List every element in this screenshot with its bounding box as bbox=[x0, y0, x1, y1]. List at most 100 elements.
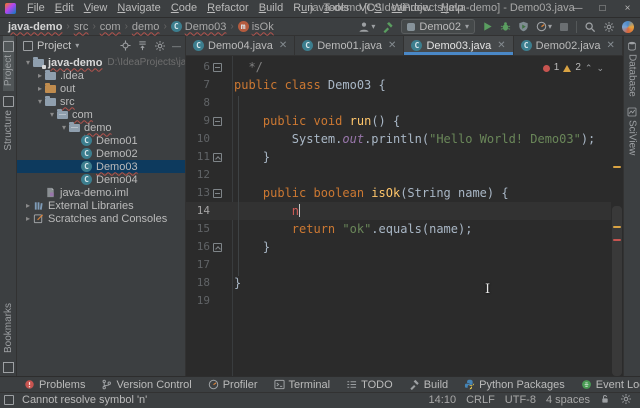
tree-item-com[interactable]: ▾ com bbox=[17, 108, 185, 121]
code-line-13[interactable]: 13 public boolean isOk(String name) { bbox=[186, 184, 611, 202]
fold-marker-end-icon[interactable] bbox=[213, 152, 222, 162]
menu-code[interactable]: Code bbox=[166, 0, 202, 17]
line-number[interactable]: 16 bbox=[186, 238, 210, 256]
close-icon[interactable]: ✕ bbox=[606, 40, 614, 51]
chevron-right-icon[interactable]: ▸ bbox=[35, 84, 45, 93]
code-line-9[interactable]: 9 public void run() { bbox=[186, 112, 611, 130]
line-number[interactable]: 18 bbox=[186, 274, 210, 292]
encoding-widget[interactable]: UTF-8 bbox=[505, 394, 536, 406]
line-number[interactable]: 10 bbox=[186, 130, 210, 148]
fold-marker-collapse-icon[interactable] bbox=[213, 62, 222, 72]
chevron-down-icon[interactable]: ▾ bbox=[47, 110, 57, 119]
breadcrumb-item-java-demo[interactable]: java-demo bbox=[8, 21, 62, 33]
tab-demo04[interactable]: C Demo04.java ✕ bbox=[186, 36, 296, 55]
toolwindow-problems[interactable]: Problems bbox=[24, 379, 85, 391]
tree-item-external-libraries[interactable]: ▸ External Libraries bbox=[17, 199, 185, 212]
view-options-button[interactable] bbox=[154, 40, 166, 52]
prev-problem-icon[interactable]: ⌃ bbox=[585, 59, 593, 77]
toolwindow-profiler[interactable]: Profiler bbox=[208, 379, 258, 391]
settings-button[interactable] bbox=[603, 21, 615, 33]
menu-navigate[interactable]: Navigate bbox=[112, 0, 165, 17]
profiler-button[interactable]: ▾ bbox=[536, 21, 552, 32]
code-line-14[interactable]: 14 n bbox=[186, 202, 611, 220]
profile-avatar-button[interactable] bbox=[622, 20, 634, 33]
menu-edit[interactable]: Edit bbox=[50, 0, 79, 17]
caret-position-widget[interactable]: 14:10 bbox=[429, 394, 457, 406]
menu-build[interactable]: Build bbox=[254, 0, 288, 17]
code-line-15[interactable]: 15 return "ok".equals(name); bbox=[186, 220, 611, 238]
menu-refactor[interactable]: Refactor bbox=[202, 0, 254, 17]
tree-item-demo02[interactable]: C Demo02 bbox=[17, 147, 185, 160]
close-icon[interactable]: ✕ bbox=[388, 40, 396, 51]
debug-button[interactable] bbox=[500, 21, 511, 32]
close-icon[interactable]: ✕ bbox=[497, 40, 505, 51]
line-number[interactable]: 9 bbox=[186, 112, 210, 130]
hide-panel-button[interactable]: — bbox=[172, 41, 181, 51]
toolwindow-version-control[interactable]: Version Control bbox=[101, 379, 192, 391]
line-number[interactable]: 8 bbox=[186, 94, 210, 112]
scrollbar-thumb[interactable] bbox=[612, 206, 622, 376]
tree-item-scratches-and-consoles[interactable]: ▸ Scratches and Consoles bbox=[17, 212, 185, 225]
line-ending-widget[interactable]: CRLF bbox=[466, 394, 495, 406]
chevron-right-icon[interactable]: ▸ bbox=[23, 214, 33, 223]
fold-marker-collapse-icon[interactable] bbox=[213, 116, 222, 126]
code-line-19[interactable]: 19 bbox=[186, 292, 611, 310]
error-stripe[interactable] bbox=[611, 56, 623, 376]
breadcrumb-item-src[interactable]: src bbox=[74, 21, 89, 33]
tree-item-demo04[interactable]: C Demo04 bbox=[17, 173, 185, 186]
breadcrumb-item-demo03[interactable]: C Demo03 bbox=[170, 21, 226, 33]
tab-demo03[interactable]: C Demo03.java ✕ bbox=[404, 36, 514, 55]
code-editor[interactable]: 6 */ 7 public class Demo03 {8 9 public void… bbox=[186, 56, 623, 376]
error-stripe-mark[interactable] bbox=[613, 239, 621, 241]
menu-file[interactable]: File bbox=[22, 0, 50, 17]
code-line-17[interactable]: 17 bbox=[186, 256, 611, 274]
code-line-7[interactable]: 7 public class Demo03 { bbox=[186, 76, 611, 94]
line-number[interactable]: 6 bbox=[186, 58, 210, 76]
locate-file-button[interactable] bbox=[120, 40, 131, 51]
tree-item-demo03[interactable]: C Demo03 bbox=[17, 160, 185, 173]
close-button[interactable]: × bbox=[615, 0, 640, 17]
tree-item-demo01[interactable]: C Demo01 bbox=[17, 134, 185, 147]
chevron-down-icon[interactable]: ▾ bbox=[23, 58, 33, 67]
toolwindow-build[interactable]: Build bbox=[409, 379, 448, 391]
fold-marker-end-icon[interactable] bbox=[213, 242, 222, 252]
breadcrumb-item-com[interactable]: com bbox=[100, 21, 121, 33]
build-project-button[interactable] bbox=[382, 21, 394, 33]
fold-marker-collapse-icon[interactable] bbox=[213, 188, 222, 198]
run-configuration-select[interactable]: Demo02 ▾ bbox=[401, 19, 475, 34]
chevron-right-icon[interactable]: ▸ bbox=[35, 71, 45, 80]
sidebar-item-bookmarks[interactable]: Bookmarks bbox=[3, 298, 14, 358]
code-line-11[interactable]: 11 } bbox=[186, 148, 611, 166]
tree-item-java-demo[interactable]: ▾ java-demo D:\IdeaProjects\java-demo bbox=[17, 56, 185, 69]
toolwindow-event-log[interactable]: Event Log bbox=[581, 379, 640, 391]
user-menu-button[interactable]: ▾ bbox=[358, 21, 375, 33]
line-number[interactable]: 19 bbox=[186, 292, 210, 310]
run-with-coverage-button[interactable] bbox=[518, 21, 529, 32]
run-button[interactable] bbox=[482, 21, 493, 32]
project-panel-title[interactable]: Project bbox=[37, 40, 71, 52]
lock-icon[interactable] bbox=[600, 394, 610, 404]
toolwindow-python-packages[interactable]: Python Packages bbox=[464, 379, 565, 391]
tree-item-src[interactable]: ▾ src bbox=[17, 95, 185, 108]
tree-item-java-demo-iml[interactable]: java-demo.iml bbox=[17, 186, 185, 199]
inspections-widget[interactable]: 1 2 ⌃ ⌄ bbox=[539, 58, 607, 78]
code-line-18[interactable]: 18} bbox=[186, 274, 611, 292]
tab-demo02[interactable]: C Demo02.java ✕ bbox=[514, 36, 623, 55]
chevron-down-icon[interactable]: ▾ bbox=[35, 97, 45, 106]
code-line-16[interactable]: 16 } bbox=[186, 238, 611, 256]
chevron-right-icon[interactable]: ▸ bbox=[23, 201, 33, 210]
code-line-10[interactable]: 10 System.out.println("Hello World! Demo… bbox=[186, 130, 611, 148]
code-line-12[interactable]: 12 bbox=[186, 166, 611, 184]
line-number[interactable]: 12 bbox=[186, 166, 210, 184]
breadcrumb-item-isok[interactable]: m isOk bbox=[237, 21, 274, 33]
menu-view[interactable]: View bbox=[79, 0, 113, 17]
tree-item-out[interactable]: ▸ out bbox=[17, 82, 185, 95]
tool-window-grid-icon[interactable] bbox=[2, 362, 14, 373]
code-line-8[interactable]: 8 bbox=[186, 94, 611, 112]
next-problem-icon[interactable]: ⌄ bbox=[596, 59, 604, 77]
tree-item--idea[interactable]: ▸ .idea bbox=[17, 69, 185, 82]
line-number[interactable]: 13 bbox=[186, 184, 210, 202]
toolwindow-todo[interactable]: TODO bbox=[346, 379, 393, 391]
tool-window-switcher-icon[interactable] bbox=[4, 395, 14, 405]
sidebar-item-project[interactable]: Project bbox=[2, 36, 14, 92]
